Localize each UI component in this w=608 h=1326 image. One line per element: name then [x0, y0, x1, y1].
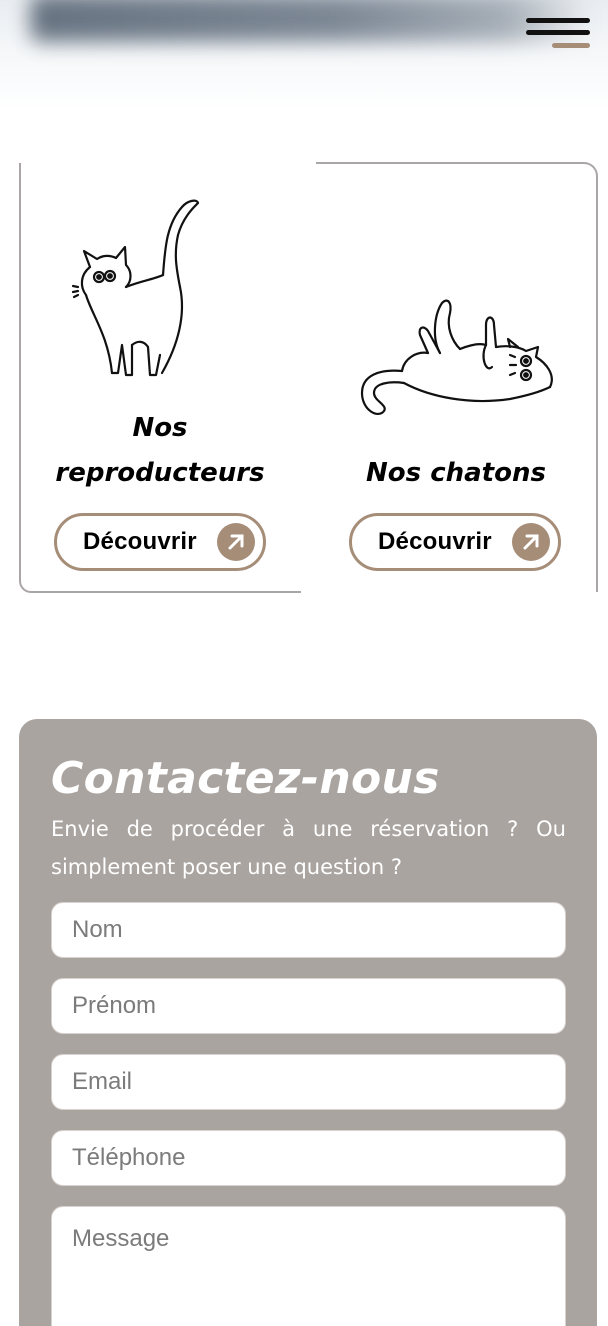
discover-reproducteurs-button[interactable]: Découvrir: [54, 513, 266, 571]
discover-button-label: Découvrir: [83, 528, 197, 555]
telephone-field[interactable]: [51, 1130, 566, 1186]
contact-title: Contactez-nous: [51, 753, 440, 804]
card-title-line2: reproducteurs: [55, 458, 265, 488]
prenom-field[interactable]: [51, 978, 566, 1034]
nom-field[interactable]: [51, 902, 566, 958]
discover-chatons-button[interactable]: Découvrir: [349, 513, 561, 571]
header-banner-blur: [30, 0, 590, 42]
standing-cat-illustration: [71, 199, 200, 377]
email-field[interactable]: [51, 1054, 566, 1110]
hamburger-icon[interactable]: [526, 16, 600, 54]
contact-subtitle: Envie de procéder à une réservation ? Ou…: [51, 817, 566, 879]
arrow-up-right-icon: [217, 523, 255, 561]
card-title-chatons: Nos chatons: [366, 458, 546, 488]
lying-cat-illustration: [360, 299, 553, 416]
card-title-line1: Nos: [132, 413, 188, 443]
message-field[interactable]: [51, 1206, 566, 1326]
arrow-up-right-icon: [512, 523, 550, 561]
discover-button-label: Découvrir: [378, 528, 492, 555]
site-header: [0, 0, 608, 110]
card-title-reproducteurs: Nos reproducteurs: [20, 406, 300, 496]
